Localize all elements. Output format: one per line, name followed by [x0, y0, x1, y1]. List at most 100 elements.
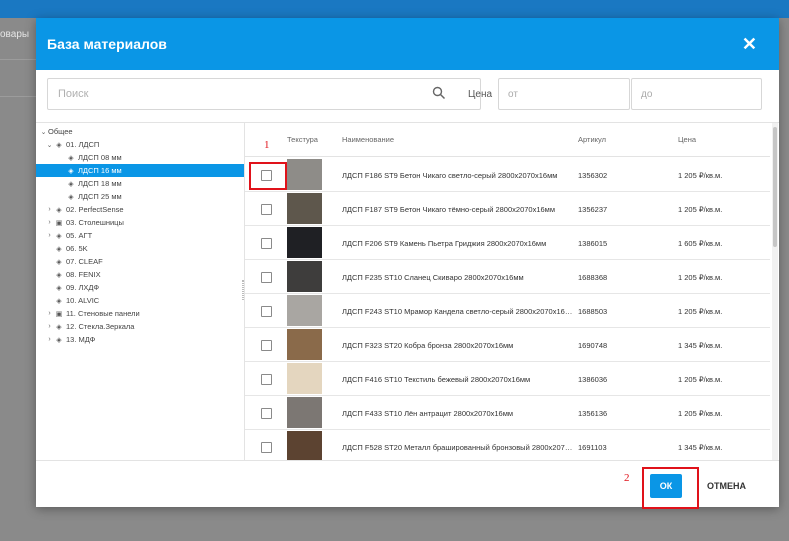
tree-item[interactable]: › ◈ 12. Стекла.Зеркала: [36, 320, 244, 333]
material-article: 1691103: [578, 443, 607, 452]
background-menu-label: овары: [0, 29, 30, 40]
table-row[interactable]: ЛДСП F235 ST10 Сланец Скиваро 2800x2070x…: [245, 260, 770, 294]
row-checkbox[interactable]: [261, 408, 272, 419]
close-icon[interactable]: ✕: [742, 35, 757, 53]
tree-item[interactable]: ◈ 09. ЛХДФ: [36, 281, 244, 294]
tree-item[interactable]: ⌄ ◈ 01. ЛДСП: [36, 138, 244, 151]
material-price: 1 605 ₽/кв.м.: [678, 239, 723, 248]
header-texture: Текстура: [287, 135, 318, 144]
folder-icon: ▣: [55, 310, 63, 318]
price-to-box: [631, 78, 762, 110]
material-price: 1 345 ₽/кв.м.: [678, 341, 723, 350]
expand-chevron-icon[interactable]: ›: [45, 323, 54, 330]
filter-row: Цена: [47, 78, 762, 110]
tree-item[interactable]: ◈ 07. CLEAF: [36, 255, 244, 268]
material-name: ЛДСП F416 ST10 Текстиль бежевый 2800x207…: [342, 375, 531, 384]
texture-swatch: [287, 431, 322, 461]
tree-item[interactable]: › ◈ 13. МДФ: [36, 333, 244, 346]
texture-swatch: [287, 363, 322, 394]
row-checkbox[interactable]: [261, 272, 272, 283]
tree-item-label: 02. PerfectSense: [66, 205, 124, 214]
expand-chevron-icon[interactable]: ›: [45, 219, 54, 226]
background-topbar: [0, 0, 789, 18]
table-row[interactable]: ЛДСП F187 ST9 Бетон Чикаго тёмно-серый 2…: [245, 192, 770, 226]
dialog-title: База материалов: [47, 36, 167, 52]
tree-item[interactable]: ◈ ЛДСП 25 мм: [36, 190, 244, 203]
material-icon: ◈: [56, 271, 62, 279]
table-scrollbar[interactable]: [772, 123, 778, 461]
cancel-button[interactable]: ОТМЕНА: [707, 474, 746, 498]
material-icon: ◈: [68, 180, 74, 188]
texture-swatch: [287, 329, 322, 360]
search-box: Цена: [47, 78, 492, 110]
row-checkbox[interactable]: [261, 306, 272, 317]
tree-item-label: 09. ЛХДФ: [66, 283, 100, 292]
material-icon: ◈: [56, 258, 62, 266]
tree-item-label: 12. Стекла.Зеркала: [66, 322, 135, 331]
tree-item[interactable]: ◈ ЛДСП 16 мм: [36, 164, 244, 177]
expand-chevron-icon[interactable]: ›: [45, 232, 54, 239]
price-label: Цена: [468, 89, 493, 100]
table-row[interactable]: ЛДСП F528 ST20 Металл брашированный брон…: [245, 430, 770, 461]
annotation-box-checkbox: [249, 162, 287, 190]
row-checkbox[interactable]: [261, 340, 272, 351]
material-price: 1 205 ₽/кв.м.: [678, 205, 723, 214]
material-icon: ◈: [56, 336, 62, 344]
texture-swatch: [287, 261, 322, 292]
splitter-handle[interactable]: [242, 280, 244, 300]
table-row[interactable]: ЛДСП F433 ST10 Лён антрацит 2800x2070x16…: [245, 396, 770, 430]
material-icon: ◈: [68, 154, 74, 162]
material-article: 1356237: [578, 205, 608, 214]
table-row[interactable]: ЛДСП F323 ST20 Кобра бронза 2800x2070x16…: [245, 328, 770, 362]
table-row[interactable]: ЛДСП F206 ST9 Камень Пьетра Гриджия 2800…: [245, 226, 770, 260]
expand-chevron-icon[interactable]: ⌄: [39, 128, 48, 136]
material-article: 1356136: [578, 409, 608, 418]
tree-item[interactable]: › ▣ 11. Стеновые панели: [36, 307, 244, 320]
tree-item[interactable]: ◈ ЛДСП 18 мм: [36, 177, 244, 190]
tree-item[interactable]: ◈ 08. FENIX: [36, 268, 244, 281]
material-name: ЛДСП F243 ST10 Мрамор Кандела светло-сер…: [342, 307, 574, 316]
expand-chevron-icon[interactable]: ⌄: [45, 141, 54, 149]
tree-item-label: 11. Стеновые панели: [66, 309, 140, 318]
tree-item[interactable]: › ▣ 03. Столешницы: [36, 216, 244, 229]
material-price: 1 345 ₽/кв.м.: [678, 443, 723, 452]
annotation-number: 1: [264, 139, 270, 151]
tree-item[interactable]: ⌄ Общее: [36, 125, 244, 138]
material-price: 1 205 ₽/кв.м.: [678, 409, 723, 418]
row-checkbox[interactable]: [261, 374, 272, 385]
material-name: ЛДСП F187 ST9 Бетон Чикаго тёмно-серый 2…: [342, 205, 555, 214]
material-icon: ◈: [56, 232, 62, 240]
tree-item[interactable]: ◈ 10. ALVIC: [36, 294, 244, 307]
table-row[interactable]: ЛДСП F243 ST10 Мрамор Кандела светло-сер…: [245, 294, 770, 328]
tree-item[interactable]: › ◈ 05. АГТ: [36, 229, 244, 242]
material-icon: ◈: [68, 193, 74, 201]
folder-icon: ▣: [55, 219, 63, 227]
search-input[interactable]: [48, 79, 428, 109]
material-price: 1 205 ₽/кв.м.: [678, 375, 723, 384]
expand-chevron-icon[interactable]: ›: [45, 206, 54, 213]
tree-item-label: 07. CLEAF: [66, 257, 103, 266]
materials-dialog: База материалов ✕ Цена ⌄Общее⌄◈01. ЛДСП◈…: [36, 18, 779, 507]
expand-chevron-icon[interactable]: ›: [45, 310, 54, 317]
row-checkbox[interactable]: [261, 442, 272, 453]
tree-item[interactable]: ◈ ЛДСП 08 мм: [36, 151, 244, 164]
scrollbar-thumb[interactable]: [773, 127, 777, 247]
material-article: 1688368: [578, 273, 608, 282]
materials-table: Текстура Наименование Артикул Цена ЛДСП …: [245, 123, 779, 461]
tree-item-label: 01. ЛДСП: [66, 140, 100, 149]
material-name: ЛДСП F235 ST10 Сланец Скиваро 2800x2070x…: [342, 273, 524, 282]
tree-item[interactable]: › ◈ 02. PerfectSense: [36, 203, 244, 216]
material-price: 1 205 ₽/кв.м.: [678, 171, 723, 180]
search-icon[interactable]: [432, 86, 446, 100]
tree-item[interactable]: ◈ 06. 5K: [36, 242, 244, 255]
table-row[interactable]: ЛДСП F186 ST9 Бетон Чикаго светло-серый …: [245, 158, 770, 192]
price-to-input[interactable]: [632, 79, 761, 109]
material-article: 1690748: [578, 341, 608, 350]
price-from-input[interactable]: [499, 79, 629, 109]
material-article: 1386036: [578, 375, 608, 384]
row-checkbox[interactable]: [261, 204, 272, 215]
table-row[interactable]: ЛДСП F416 ST10 Текстиль бежевый 2800x207…: [245, 362, 770, 396]
row-checkbox[interactable]: [261, 238, 272, 249]
expand-chevron-icon[interactable]: ›: [45, 336, 54, 343]
material-icon: ◈: [56, 206, 62, 214]
